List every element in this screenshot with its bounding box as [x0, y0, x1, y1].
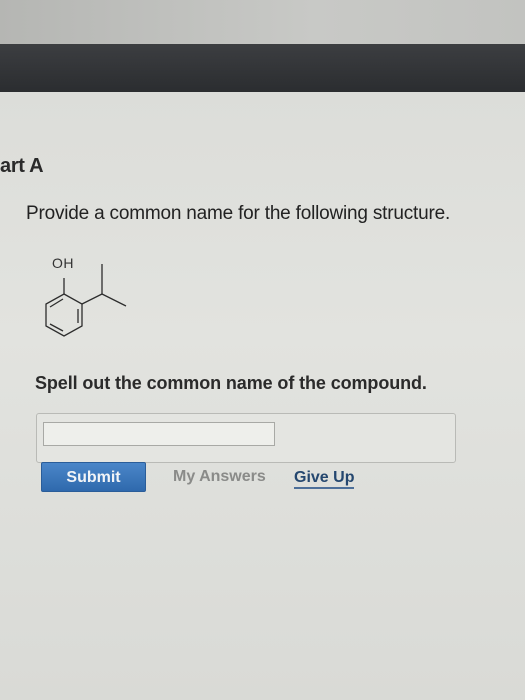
answer-instruction: Spell out the common name of the compoun… [35, 373, 427, 393]
question-prompt: Provide a common name for the following … [26, 203, 451, 224]
benzene-ring [45, 293, 83, 337]
methyl-bond-right [101, 293, 127, 307]
header-bar [0, 44, 525, 92]
my-answers-link: My Answers [173, 468, 266, 485]
structure-bonds [45, 264, 127, 337]
give-up-link[interactable]: Give Up [294, 468, 355, 489]
content-area [0, 92, 525, 700]
chemical-structure-diagram [45, 264, 127, 337]
part-title: art A [0, 155, 44, 177]
submit-button[interactable]: Submit [41, 462, 146, 492]
isopropyl-bond [81, 293, 103, 305]
answer-input[interactable] [43, 422, 275, 446]
background-top-strip [0, 0, 525, 44]
